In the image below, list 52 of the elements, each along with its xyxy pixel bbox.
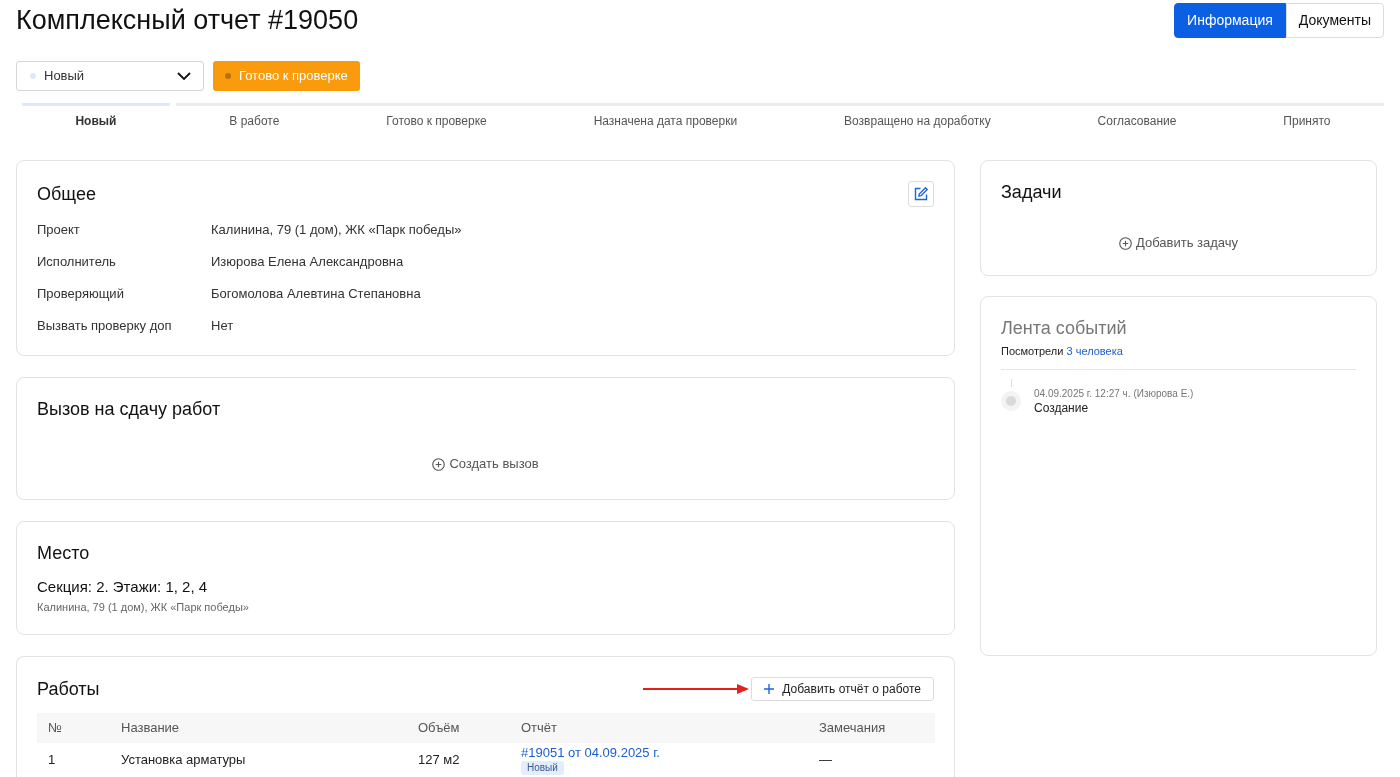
field-label: Вызвать проверку доп (37, 317, 173, 336)
status-select[interactable]: Новый (16, 61, 204, 91)
field-label: Проверяющий (37, 285, 125, 304)
event-text: Создание (1034, 400, 1090, 416)
field-value: Изюрова Елена Александровна (211, 253, 404, 272)
tab[interactable]: Информация (1174, 3, 1286, 38)
field-value: Богомолова Алевтина Степановна (211, 285, 421, 304)
table-cell: 127 м2 (407, 743, 510, 776)
place-address: Калинина, 79 (1 дом), ЖК «Парк победы» (37, 600, 250, 614)
column-header: № (37, 713, 110, 743)
status-step: Согласование (1044, 103, 1230, 128)
field-label: Проект (37, 221, 81, 240)
card-title: Работы (37, 678, 100, 700)
status-step: Принято (1229, 103, 1384, 128)
field-value: Нет (211, 317, 234, 336)
card-title: Лента событий (1001, 317, 1128, 339)
tab[interactable]: Документы (1285, 3, 1384, 38)
plus-icon (764, 684, 775, 694)
table-cell: 1 (37, 743, 110, 776)
status-step: В работе (175, 103, 333, 128)
report-link[interactable]: #19051 от 04.09.2025 г. (521, 745, 660, 761)
edit-icon (914, 187, 928, 201)
add-circle-icon (432, 457, 446, 471)
add-report-button[interactable]: Добавить отчёт о работе (751, 677, 934, 701)
viewed-by-text: Посмотрели 3 человека (1001, 344, 1124, 358)
create-call-button[interactable]: Создать вызов (432, 454, 539, 474)
status-step: Готово к проверке (332, 103, 541, 128)
add-circle-icon (1118, 236, 1132, 250)
timeline-dot-icon (1001, 391, 1021, 411)
viewers-link[interactable]: 3 человека (1066, 345, 1123, 357)
field-label: Исполнитель (37, 253, 117, 272)
column-header: Название (110, 713, 407, 743)
table-cell: Установка арматуры (110, 743, 407, 776)
card-title: Место (37, 542, 91, 564)
card-title: Вызов на сдачу работ (37, 398, 222, 420)
chevron-down-icon (177, 72, 191, 80)
table-cell: — (808, 743, 935, 776)
card-title: Общее (37, 183, 96, 205)
status-badge: Новый (521, 761, 564, 775)
status-step: Новый (22, 103, 170, 128)
card-title: Задачи (1001, 181, 1063, 203)
status-step: Назначена дата проверки (540, 103, 791, 128)
add-task-button[interactable]: Добавить задачу (1118, 233, 1239, 253)
place-summary: Секция: 2. Этажи: 1, 2, 4 (37, 577, 209, 597)
column-header: Замечания (808, 713, 935, 743)
column-header: Отчёт (510, 713, 808, 743)
event-meta: 04.09.2025 г. 12:27 ч. (Изюрова Е.) (1034, 387, 1194, 400)
field-value: Калинина, 79 (1 дом), ЖК «Парк победы» (211, 221, 462, 240)
column-header: Объём (407, 713, 510, 743)
edit-button[interactable] (908, 181, 934, 207)
page-title: Комплексный отчет #19050 (16, 4, 359, 37)
status-step: Возвращено на доработку (790, 103, 1045, 128)
